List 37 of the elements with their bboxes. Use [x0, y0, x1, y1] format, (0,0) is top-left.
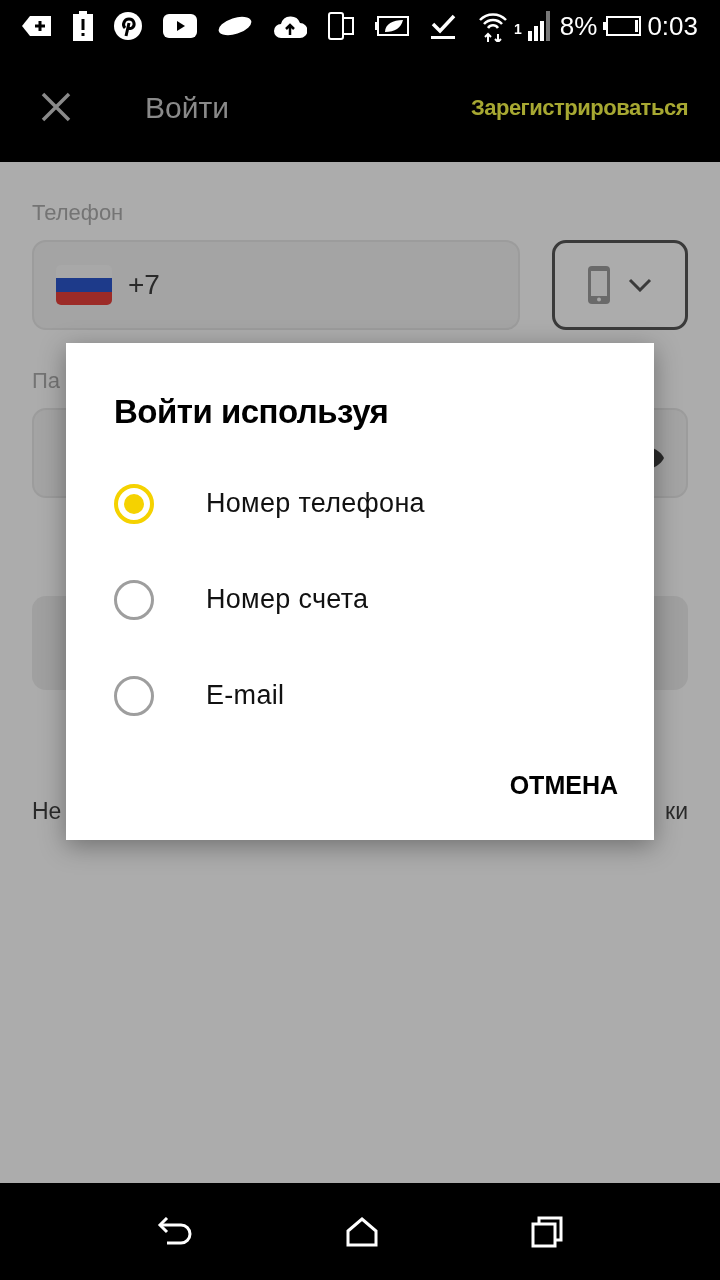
tag-plus-icon: [22, 15, 52, 37]
play-icon: [163, 14, 197, 38]
field-label: Телефон: [32, 200, 125, 226]
battery-icon: [603, 16, 642, 36]
back-icon[interactable]: [156, 1216, 193, 1247]
radio-button[interactable]: [114, 675, 154, 716]
field-label: Па: [32, 368, 62, 394]
battery-alert-icon: [73, 11, 93, 41]
cancel-button[interactable]: ОТМЕНА: [505, 762, 622, 808]
battery-leaf-icon: [375, 15, 409, 37]
phone-icon: [588, 266, 610, 304]
wifi-icon: [478, 10, 508, 42]
option-label[interactable]: E-mail: [206, 675, 285, 716]
close-icon: [41, 92, 71, 122]
footer-text: Не: [32, 797, 62, 826]
sim-number: 1: [514, 19, 522, 39]
dialog-title: Войти используя: [114, 392, 390, 432]
option-label[interactable]: Номер телефона: [206, 483, 425, 524]
option-label[interactable]: Номер счета: [206, 579, 369, 620]
download-done-icon: [430, 12, 456, 40]
footer-text: ки: [665, 797, 688, 826]
chevron-down-icon: [628, 278, 652, 292]
close-button[interactable]: [40, 91, 72, 123]
phone-input-field[interactable]: +7: [32, 240, 520, 330]
register-link[interactable]: Зарегистрироваться: [470, 90, 688, 124]
pin-circle-icon: [114, 12, 142, 40]
radio-button[interactable]: [114, 579, 154, 620]
devices-icon: [328, 12, 354, 40]
country-code: +7: [128, 268, 160, 302]
radio-button[interactable]: [114, 483, 154, 524]
clock: 0:03: [647, 9, 698, 43]
home-icon[interactable]: [346, 1216, 378, 1247]
cloud-upload-icon: [273, 14, 307, 38]
screen-title: Войти: [145, 89, 229, 126]
login-type-dropdown[interactable]: [552, 240, 688, 330]
battery-percent: 8%: [559, 9, 598, 43]
recent-apps-icon[interactable]: [531, 1215, 564, 1248]
